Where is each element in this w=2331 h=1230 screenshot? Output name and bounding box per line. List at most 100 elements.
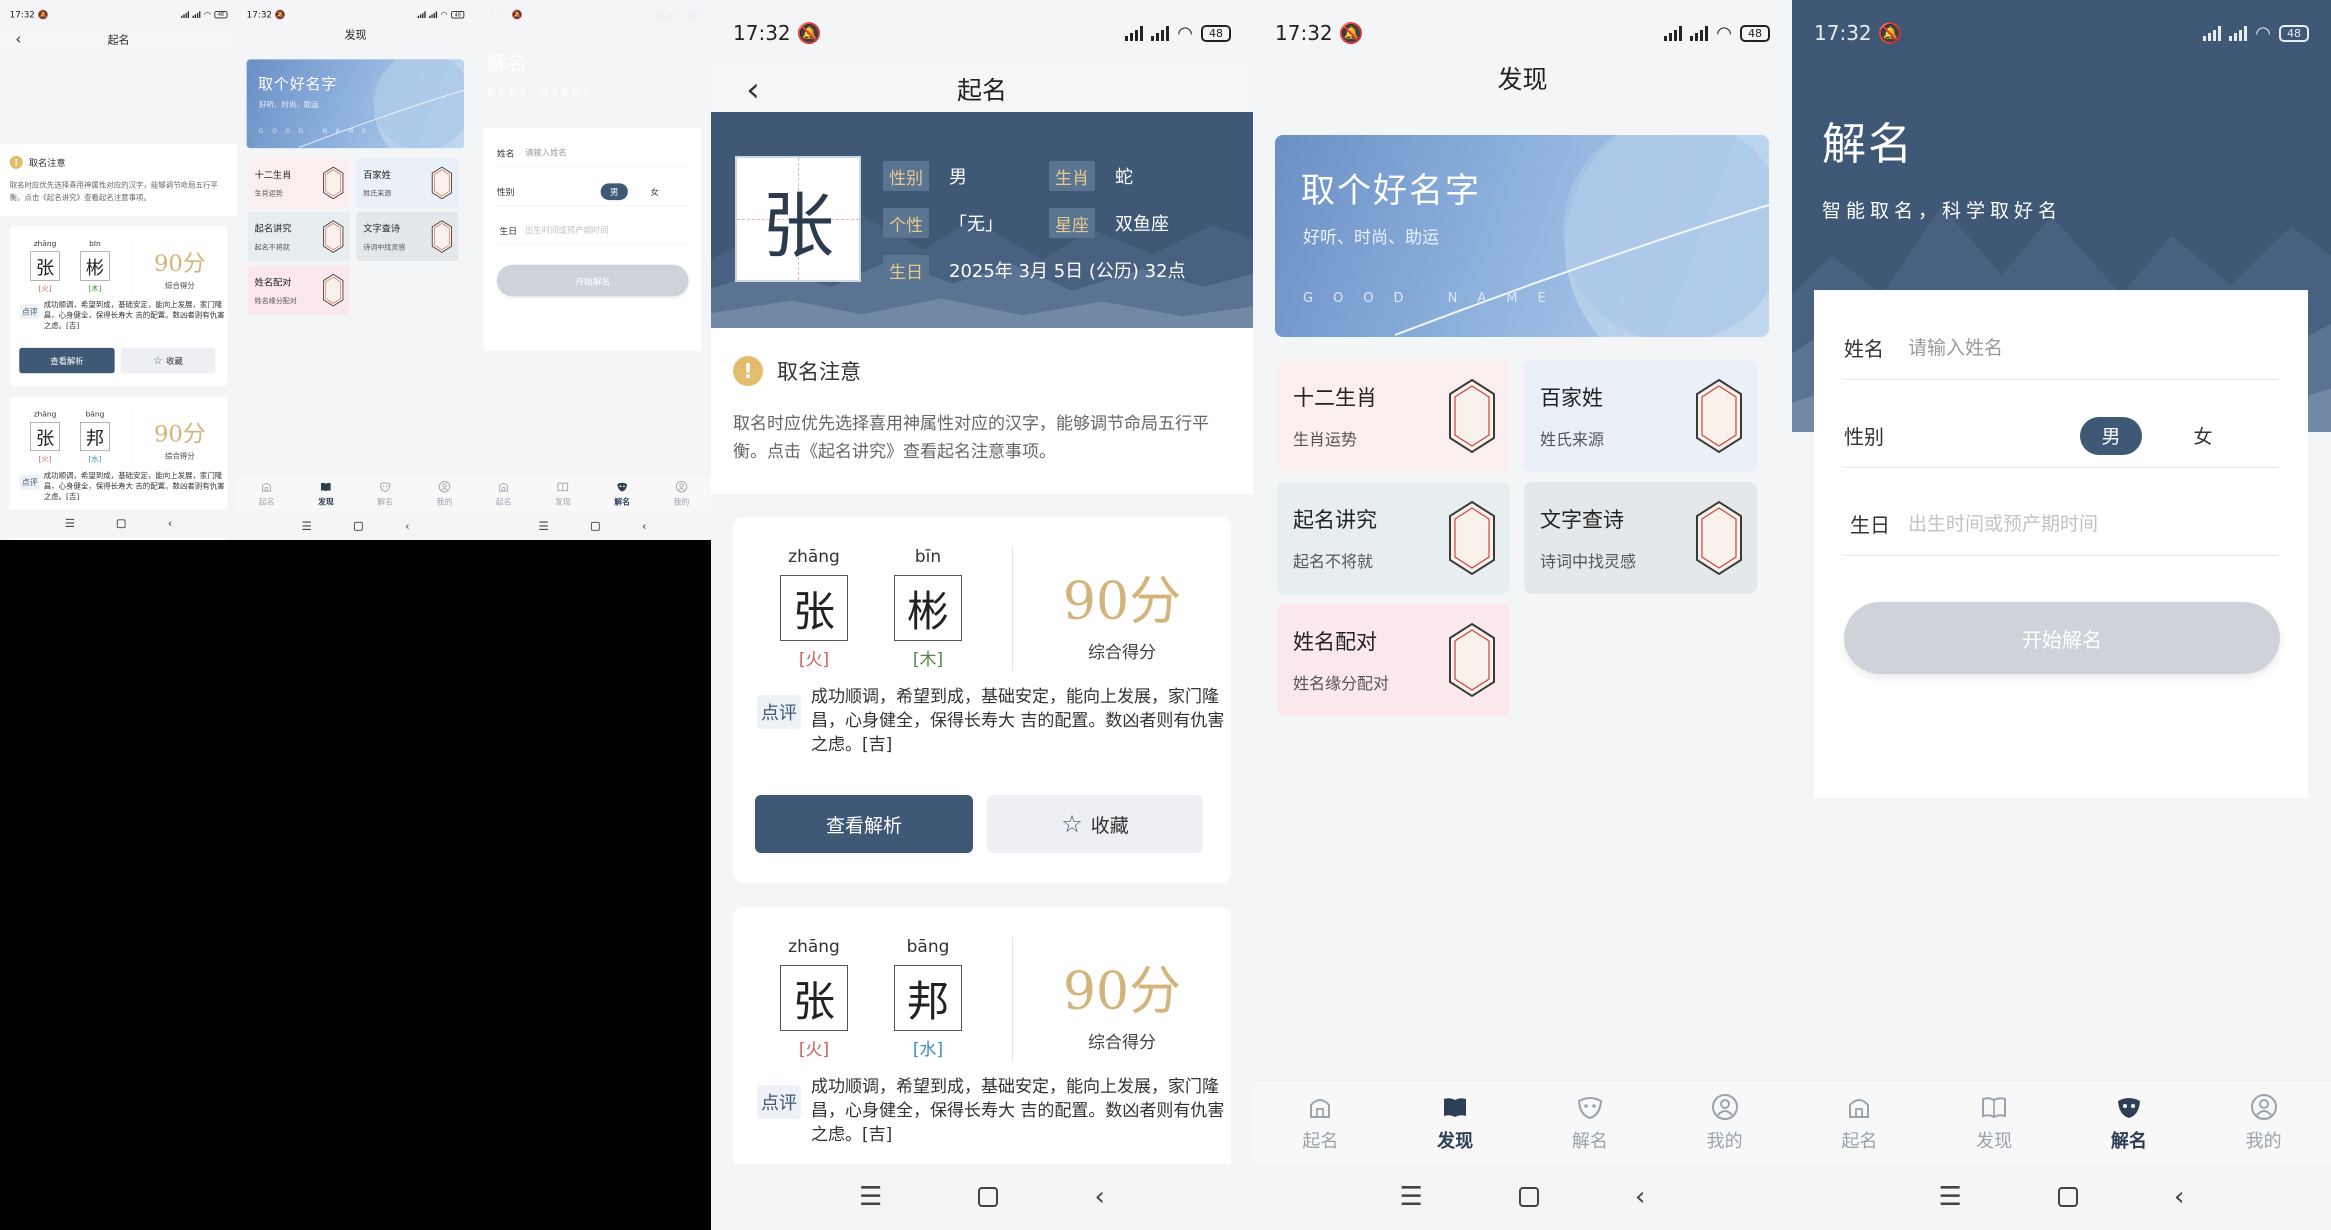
pinyin: zhāng [788, 547, 840, 567]
seal-icon [1695, 500, 1743, 576]
tile-poetry-search[interactable]: 文字查诗 诗词中找灵感 [1524, 482, 1757, 594]
signal-icon [1664, 25, 1683, 41]
tab-mine[interactable]: 我的 [2196, 1081, 2331, 1164]
home-icon[interactable] [1518, 1187, 1539, 1207]
favorite-button[interactable]: ☆ 收藏 [987, 795, 1203, 853]
tab-mine[interactable]: 我的 [1657, 1081, 1792, 1164]
signal-icon [181, 11, 190, 18]
back-button[interactable]: ‹ [733, 70, 773, 110]
home-icon[interactable] [2057, 1187, 2078, 1207]
tab-qiming[interactable]: 起名 [1792, 1081, 1927, 1164]
status-time: 17:32 [246, 9, 273, 20]
gender-male-button[interactable]: 男 [2080, 416, 2142, 455]
row-name: 姓名 [1844, 316, 2278, 380]
signal-icon-2 [1690, 25, 1709, 41]
system-nav-bar: ☰ ‹ [711, 1164, 1253, 1230]
tab-discover[interactable]: 发现 [296, 475, 355, 511]
mute-icon: 🔕 [1877, 21, 1903, 45]
birth-input[interactable] [525, 225, 688, 236]
birth-input[interactable] [1908, 512, 2278, 535]
home-icon[interactable] [590, 521, 600, 531]
feature-grid: 十二生肖 生肖运势 百家姓 姓氏来源 起名讲究 起名不将就 文字查诗 诗词中找灵… [1277, 360, 1767, 716]
menu-icon[interactable]: ☰ [859, 1182, 882, 1212]
mask-icon [1576, 1093, 1604, 1121]
name-char: 彬 [80, 251, 110, 281]
tab-qiming[interactable]: 起名 [237, 475, 296, 511]
back-icon[interactable]: ‹ [1094, 1182, 1104, 1212]
tab-mine[interactable]: 我的 [652, 475, 711, 511]
back-icon[interactable]: ‹ [642, 520, 647, 533]
back-icon[interactable]: ‹ [1635, 1182, 1645, 1212]
menu-icon[interactable]: ☰ [538, 520, 548, 533]
zodiac-tag: 生肖 [1049, 161, 1095, 191]
personality-value: 「无」 [949, 214, 1003, 235]
back-button[interactable]: ‹ [10, 31, 28, 49]
status-bar: 17:32 🔕 ◠ 48 [474, 0, 711, 29]
favorite-button[interactable]: ☆ 收藏 [120, 347, 216, 374]
tile-naming-rules[interactable]: 起名讲究 起名不将就 [1277, 482, 1510, 594]
home-icon[interactable] [117, 519, 126, 529]
user-icon [2250, 1093, 2278, 1121]
back-icon[interactable]: ‹ [2174, 1182, 2184, 1212]
tab-mine[interactable]: 我的 [415, 475, 474, 511]
bottom-tab-bar: 起名 发现 解名 我的 [237, 474, 474, 512]
menu-icon[interactable]: ☰ [65, 517, 75, 530]
hero-banner[interactable]: 取个好名字 好听、时尚、助运 GOOD NAME [1275, 135, 1769, 337]
tab-qiming[interactable]: 起名 [474, 475, 533, 511]
tile-name-match[interactable]: 姓名配对 姓名缘分配对 [247, 265, 351, 315]
tab-discover[interactable]: 发现 [533, 475, 592, 511]
tab-discover[interactable]: 发现 [1927, 1081, 2062, 1164]
start-analysis-button[interactable]: 开始解名 [496, 264, 689, 297]
score-label: 综合得分 [164, 281, 195, 291]
battery-icon: 48 [214, 10, 228, 19]
gender-female-button[interactable]: 女 [641, 183, 668, 200]
review-text: 成功顺调，希望到成，基础安定，能向上发展，家门隆昌，心身健全，保得长寿大 吉的配… [811, 687, 1225, 755]
view-analysis-button[interactable]: 查看解析 [19, 347, 115, 374]
jieming-screen: 17:32🔕 ◠ 48 解名 智能取名，科学取好名 姓名 性别 男 女 生日 开… [1792, 0, 2331, 1230]
status-bar: 17:32 🔕 ◠ 48 [237, 0, 474, 29]
menu-icon[interactable]: ☰ [301, 520, 311, 533]
name-input[interactable] [525, 147, 688, 158]
back-icon[interactable]: ‹ [168, 517, 173, 530]
tab-discover[interactable]: 发现 [1388, 1081, 1523, 1164]
tile-poetry-search[interactable]: 文字查诗 诗词中找灵感 [356, 211, 459, 262]
hero-banner[interactable]: 取个好名字 好听、时尚、助运 GOOD NAME [246, 59, 464, 149]
tile-zodiac[interactable]: 十二生肖 生肖运势 [1277, 360, 1510, 472]
home-icon [497, 480, 509, 492]
hero-english: GOOD NAME [1303, 291, 1566, 306]
signal-icon [1125, 25, 1144, 41]
row-gender: 性别 男 女 [1844, 404, 2278, 468]
pinyin: zhāng [788, 937, 840, 957]
profile-info: 性别 男 生肖 蛇 个性 「无」 星座 双鱼座 生日 2025年 3月 5日 (… [883, 156, 1243, 297]
tile-surnames[interactable]: 百家姓 姓氏来源 [356, 158, 459, 208]
name-card: zhāng 张 [火] bīn 彬 [木] 90分 综合得分 点评 成功顺调，希… [9, 226, 228, 387]
menu-icon[interactable]: ☰ [1400, 1182, 1423, 1212]
home-icon[interactable] [353, 521, 363, 531]
gender-female-button[interactable]: 女 [2172, 417, 2234, 455]
tile-name-match[interactable]: 姓名配对 姓名缘分配对 [1277, 604, 1510, 716]
back-icon[interactable]: ‹ [405, 520, 410, 533]
tab-jieming[interactable]: 解名 [2062, 1081, 2197, 1164]
thumbnail-discover: 17:32 🔕 ◠ 48 发现 取个好名字 好听、时尚、助运 GOOD NAME … [237, 0, 474, 540]
view-analysis-button[interactable]: 查看解析 [755, 795, 973, 853]
name-input[interactable] [1908, 336, 2278, 359]
page-title: 解名 [487, 52, 528, 75]
bottom-tab-bar: 起名 发现 解名 我的 [1253, 1080, 1792, 1164]
personality-tag: 个性 [883, 208, 929, 238]
home-icon[interactable] [978, 1187, 999, 1207]
tile-surnames[interactable]: 百家姓 姓氏来源 [1524, 360, 1757, 472]
menu-icon[interactable]: ☰ [1939, 1182, 1962, 1212]
battery-icon: 48 [688, 10, 702, 19]
tab-jieming[interactable]: 解名 [592, 475, 651, 511]
home-icon [1845, 1093, 1873, 1121]
tab-qiming[interactable]: 起名 [1253, 1081, 1388, 1164]
notice-title: 取名注意 [777, 360, 861, 384]
tab-jieming[interactable]: 解名 [355, 475, 414, 511]
start-analysis-button[interactable]: 开始解名 [1844, 602, 2280, 674]
tile-zodiac[interactable]: 十二生肖 生肖运势 [247, 158, 351, 208]
gender-male-button[interactable]: 男 [600, 183, 628, 200]
tile-naming-rules[interactable]: 起名讲究 起名不将就 [247, 211, 351, 262]
name-form: 姓名 性别 男 女 生日 开始解名 [1814, 290, 2308, 798]
tab-jieming[interactable]: 解名 [1523, 1081, 1658, 1164]
user-icon [438, 480, 450, 492]
